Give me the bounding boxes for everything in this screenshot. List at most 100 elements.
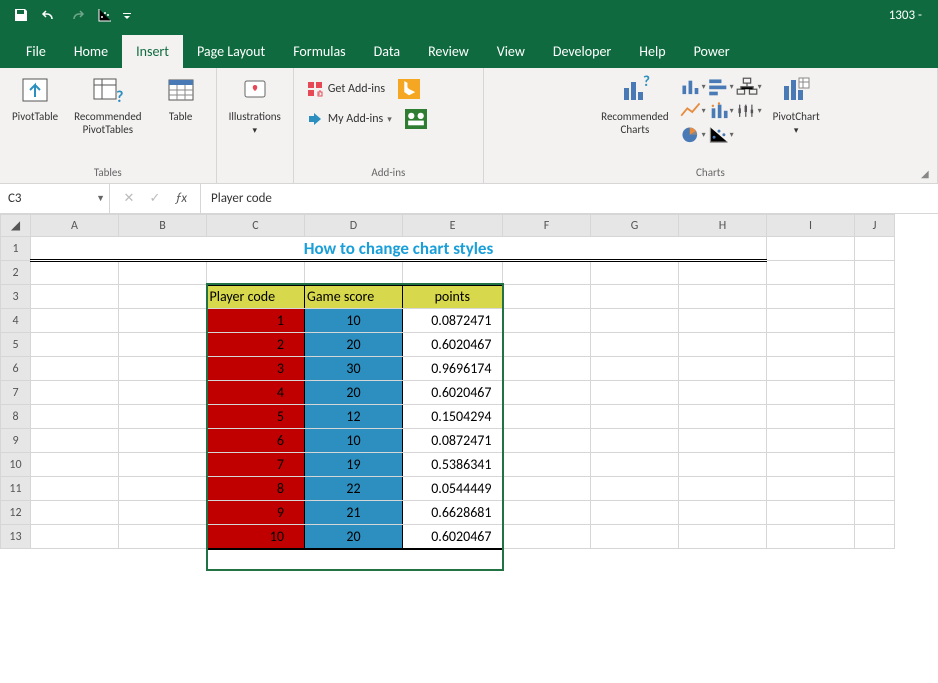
- cell[interactable]: 9: [207, 501, 305, 525]
- cell[interactable]: 5: [207, 405, 305, 429]
- line-chart-icon[interactable]: ▾: [682, 101, 704, 121]
- cell[interactable]: 19: [305, 453, 403, 477]
- cell[interactable]: 10: [305, 309, 403, 333]
- tab-review[interactable]: Review: [414, 35, 483, 68]
- area-chart-icon[interactable]: ▾: [710, 101, 732, 121]
- row-header[interactable]: 3: [1, 285, 31, 309]
- row-header[interactable]: 1: [1, 237, 31, 261]
- cell[interactable]: 0.6628681: [403, 501, 503, 525]
- pie-chart-icon[interactable]: ▾: [682, 125, 704, 145]
- row-header[interactable]: 2: [1, 261, 31, 285]
- row-header[interactable]: 11: [1, 477, 31, 501]
- col-header[interactable]: A: [31, 215, 119, 237]
- table-button[interactable]: Table: [154, 72, 208, 125]
- tab-data[interactable]: Data: [360, 35, 414, 68]
- row-header[interactable]: 9: [1, 429, 31, 453]
- row-header[interactable]: 6: [1, 357, 31, 381]
- row-header[interactable]: 5: [1, 333, 31, 357]
- cell[interactable]: 1: [207, 309, 305, 333]
- row-header[interactable]: 8: [1, 405, 31, 429]
- cell[interactable]: 0.0872471: [403, 429, 503, 453]
- row-header[interactable]: 12: [1, 501, 31, 525]
- cell[interactable]: 0.6020467: [403, 525, 503, 549]
- name-box[interactable]: C3 ▼: [0, 184, 110, 213]
- illustrations-button[interactable]: Illustrations▾: [225, 72, 285, 139]
- row-header[interactable]: 10: [1, 453, 31, 477]
- col-header[interactable]: H: [679, 215, 767, 237]
- cell[interactable]: 30: [305, 357, 403, 381]
- col-header[interactable]: E: [403, 215, 503, 237]
- column-chart-icon[interactable]: ▾: [682, 77, 704, 97]
- col-header[interactable]: D: [305, 215, 403, 237]
- formula-input[interactable]: Player code: [201, 191, 938, 206]
- cell[interactable]: 20: [305, 525, 403, 549]
- cell[interactable]: 10: [305, 429, 403, 453]
- recommended-pivottables-button[interactable]: ? Recommended PivotTables: [70, 72, 145, 138]
- select-all-corner[interactable]: ◢: [1, 215, 31, 237]
- col-header[interactable]: J: [855, 215, 895, 237]
- tab-help[interactable]: Help: [625, 35, 679, 68]
- cell[interactable]: 2: [207, 333, 305, 357]
- row-header[interactable]: 4: [1, 309, 31, 333]
- charts-dialog-launcher[interactable]: ◢: [921, 167, 935, 181]
- cell[interactable]: points: [403, 285, 503, 309]
- scatter-chart-icon[interactable]: [92, 2, 118, 28]
- undo-icon[interactable]: [36, 2, 62, 28]
- cell[interactable]: 6: [207, 429, 305, 453]
- cell[interactable]: 0.6020467: [403, 381, 503, 405]
- recommended-charts-button[interactable]: ? Recommended Charts: [597, 72, 672, 138]
- cell[interactable]: 0.1504294: [403, 405, 503, 429]
- pivotchart-button[interactable]: PivotChart▾: [769, 72, 824, 139]
- qat-more-icon[interactable]: [120, 2, 134, 28]
- row-header[interactable]: 7: [1, 381, 31, 405]
- cell[interactable]: 20: [305, 381, 403, 405]
- people-graph-icon[interactable]: [405, 109, 427, 129]
- tab-page-layout[interactable]: Page Layout: [183, 35, 279, 68]
- bing-icon[interactable]: [398, 79, 420, 99]
- redo-icon[interactable]: [64, 2, 90, 28]
- cell[interactable]: 4: [207, 381, 305, 405]
- bar-chart-icon[interactable]: ▾: [710, 77, 732, 97]
- cell[interactable]: 0.0544449: [403, 477, 503, 501]
- enter-formula-icon[interactable]: ✓: [142, 186, 168, 212]
- worksheet[interactable]: ◢ A B C D E F G H I J 1 How to change ch…: [0, 214, 938, 550]
- scatter-chart-icon[interactable]: ▾: [710, 125, 732, 145]
- sheet-title[interactable]: How to change chart styles: [31, 237, 767, 261]
- cell[interactable]: 21: [305, 501, 403, 525]
- cancel-formula-icon[interactable]: ✕: [116, 186, 142, 212]
- cell[interactable]: 22: [305, 477, 403, 501]
- col-header[interactable]: G: [591, 215, 679, 237]
- cell[interactable]: 0.9696174: [403, 357, 503, 381]
- cell[interactable]: 20: [305, 333, 403, 357]
- cell[interactable]: 12: [305, 405, 403, 429]
- cell[interactable]: 10: [207, 525, 305, 549]
- tab-power[interactable]: Power: [680, 35, 744, 68]
- my-addins-button[interactable]: My Add-ins ▾: [302, 108, 396, 130]
- col-header[interactable]: B: [119, 215, 207, 237]
- tab-home[interactable]: Home: [60, 35, 122, 68]
- stock-chart-icon[interactable]: ▾: [738, 101, 760, 121]
- cell[interactable]: 0.5386341: [403, 453, 503, 477]
- cell[interactable]: 0.6020467: [403, 333, 503, 357]
- fx-icon[interactable]: ƒx: [168, 186, 194, 212]
- tab-insert[interactable]: Insert: [122, 35, 183, 68]
- col-header[interactable]: F: [503, 215, 591, 237]
- cell[interactable]: 3: [207, 357, 305, 381]
- pivottable-icon: [18, 74, 52, 108]
- hierarchy-chart-icon[interactable]: ▾: [738, 77, 760, 97]
- tab-file[interactable]: File: [12, 35, 60, 68]
- cell[interactable]: 0.0872471: [403, 309, 503, 333]
- pivottable-button[interactable]: PivotTable: [8, 72, 62, 125]
- tab-view[interactable]: View: [483, 35, 539, 68]
- tab-developer[interactable]: Developer: [539, 35, 625, 68]
- cell[interactable]: Player code: [207, 285, 305, 309]
- save-icon[interactable]: [8, 2, 34, 28]
- cell[interactable]: Game score: [305, 285, 403, 309]
- cell[interactable]: 8: [207, 477, 305, 501]
- get-addins-button[interactable]: Get Add-ins: [302, 78, 389, 100]
- tab-formulas[interactable]: Formulas: [279, 35, 359, 68]
- col-header[interactable]: I: [767, 215, 855, 237]
- col-header[interactable]: C: [207, 215, 305, 237]
- cell[interactable]: 7: [207, 453, 305, 477]
- row-header[interactable]: 13: [1, 525, 31, 549]
